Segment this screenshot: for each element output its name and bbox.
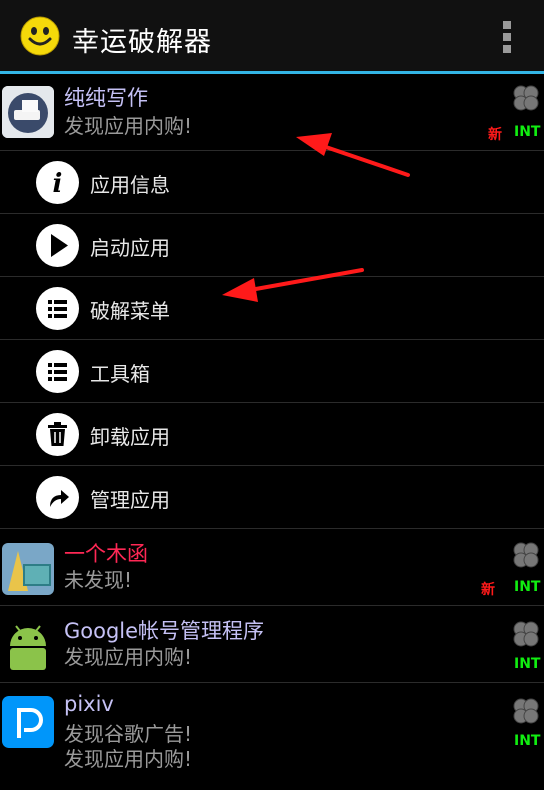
int-badge: INT [514, 124, 541, 140]
menu-item-launch-app[interactable]: 启动应用 [0, 214, 544, 277]
list-icon [36, 287, 79, 330]
new-badge: 新 [481, 582, 495, 598]
menu-item-label: 工具箱 [90, 362, 150, 386]
menu-item-toolbox[interactable]: 工具箱 [0, 340, 544, 403]
clover-icon [513, 698, 539, 724]
menu-item-manage-app[interactable]: 管理应用 [0, 466, 544, 529]
app-name: 一个木函 [64, 542, 148, 566]
app-list-item[interactable]: Google帐号管理程序 发现应用内购! INT [0, 606, 544, 683]
menu-item-label: 管理应用 [90, 488, 170, 512]
new-badge: 新 [488, 127, 502, 143]
share-icon [36, 476, 79, 519]
clover-icon [513, 542, 539, 568]
int-badge: INT [514, 733, 541, 749]
smiley-icon[interactable] [20, 16, 60, 56]
app-name: 纯纯写作 [64, 86, 148, 110]
play-icon [36, 224, 79, 267]
list-icon [36, 350, 79, 393]
menu-item-uninstall[interactable]: 卸载应用 [0, 403, 544, 466]
svg-text:i: i [53, 169, 63, 199]
menu-item-label: 应用信息 [90, 173, 170, 197]
pixiv-icon [2, 696, 54, 748]
app-list-item[interactable]: 一个木函 未发现! 新 INT [0, 529, 544, 606]
menu-item-patch-menu[interactable]: 破解菜单 [0, 277, 544, 340]
overflow-menu-icon[interactable] [494, 18, 520, 56]
app-status: 发现应用内购! [64, 114, 193, 138]
app-list-item[interactable]: pixiv 发现谷歌广告! 发现应用内购! INT [0, 683, 544, 790]
app-status: 发现应用内购! [64, 645, 193, 669]
clover-icon [513, 85, 539, 111]
app-status: 发现应用内购! [64, 747, 193, 771]
menu-item-app-info[interactable]: i 应用信息 [0, 151, 544, 214]
android-icon [2, 620, 54, 672]
menu-item-label: 破解菜单 [90, 299, 170, 323]
action-bar: 幸运破解器 [0, 0, 544, 72]
menu-item-label: 卸载应用 [90, 425, 170, 449]
app-name: pixiv [64, 692, 114, 716]
int-badge: INT [514, 579, 541, 595]
trash-icon [36, 413, 79, 456]
app-status: 未发现! [64, 568, 133, 592]
app-list-item[interactable]: 纯纯写作 发现应用内购! 新 INT [0, 74, 544, 151]
app-status: 发现谷歌广告! [64, 722, 193, 746]
int-badge: INT [514, 656, 541, 672]
wooden-box-icon [2, 543, 54, 595]
clover-icon [513, 621, 539, 647]
app-name: Google帐号管理程序 [64, 619, 265, 643]
info-icon: i [36, 161, 79, 204]
app-title: 幸运破解器 [72, 27, 212, 58]
typewriter-icon [2, 86, 54, 138]
menu-item-label: 启动应用 [90, 236, 170, 260]
